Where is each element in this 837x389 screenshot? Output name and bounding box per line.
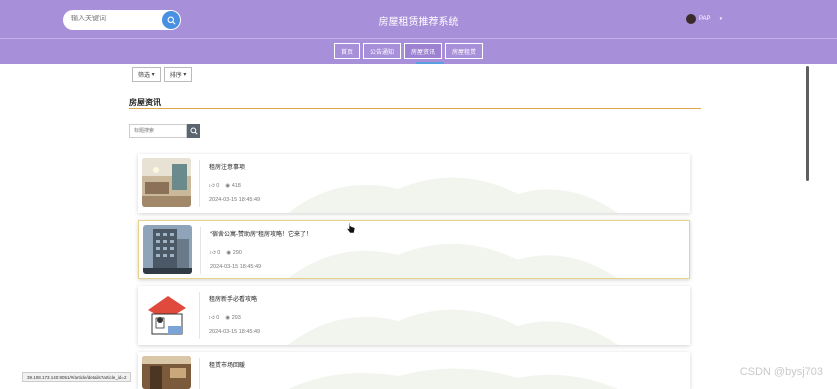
top-header: 房屋租赁推荐系统 PAP ▾ [0, 0, 837, 38]
article-search [129, 124, 200, 138]
article-date: 2024-03-15 18:45:49 [209, 329, 261, 335]
avatar [686, 14, 696, 24]
article-title: 租房注意事项 [209, 165, 246, 171]
article-search-input[interactable] [129, 124, 187, 138]
main-nav: 首页 公告通知 房屋资讯 房屋租赁 [334, 43, 484, 59]
nav-band: 首页 公告通知 房屋资讯 房屋租赁 [0, 38, 837, 64]
card-divider [199, 358, 200, 389]
pointer-cursor-icon [346, 222, 356, 234]
chevron-down-icon: ▾ [150, 72, 155, 78]
eye-icon: ◉ [225, 315, 231, 321]
thumbs-up-icon: 👍︎ [209, 315, 215, 321]
sort-label: 排序 [169, 73, 182, 79]
active-tab-indicator [416, 62, 444, 64]
article-thumbnail [142, 290, 191, 339]
like-count: 👍︎ 0 [209, 183, 220, 189]
article-thumbnail [143, 225, 192, 274]
article-card[interactable]: 租赁市场回暖 [138, 352, 690, 389]
article-card[interactable]: 租房新手必看攻略 👍︎ 0 ◉ 293 2024-03-15 18:45:49 [138, 286, 690, 345]
link-status-bar: 39.108.173.140:8051/#/article/details?ar… [22, 372, 132, 382]
article-thumbnail [142, 356, 191, 389]
article-title: “宿舍公寓-赞助房”租房攻略！它来了！ [210, 232, 312, 238]
article-card[interactable]: 租房注意事项 👍︎ 0 ◉ 418 2024-03-15 18:45:49 [138, 154, 690, 213]
article-stats: 👍︎ 0 ◉ 290 [210, 250, 242, 256]
nav-item-house-rental[interactable]: 房屋租赁 [445, 43, 484, 59]
view-count: ◉ 290 [226, 250, 242, 256]
user-menu[interactable]: PAP ▾ [686, 14, 722, 24]
nav-item-house-news[interactable]: 房屋资讯 [404, 43, 443, 59]
view-count: ◉ 293 [225, 315, 241, 321]
nav-item-home[interactable]: 首页 [334, 43, 361, 59]
filter-bar: 筛选 ▾ 排序 ▾ [132, 67, 193, 82]
section-divider [129, 108, 701, 109]
article-stats: 👍︎ 0 ◉ 418 [209, 183, 241, 189]
chevron-down-icon: ▾ [719, 16, 723, 22]
nav-item-notices[interactable]: 公告通知 [363, 43, 402, 59]
section-title: 房屋资讯 [129, 98, 161, 107]
article-date: 2024-03-15 18:45:49 [210, 264, 262, 270]
chevron-down-icon: ▾ [181, 72, 187, 78]
article-date: 2024-03-15 18:45:49 [209, 197, 261, 203]
user-name: PAP [699, 16, 711, 22]
page-scrollbar[interactable] [806, 66, 809, 181]
sort-dropdown[interactable]: 排序 ▾ [163, 67, 193, 82]
article-title: 租房新手必看攻略 [209, 297, 258, 303]
filter-dropdown[interactable]: 筛选 ▾ [132, 67, 161, 82]
article-card[interactable]: “宿舍公寓-赞助房”租房攻略！它来了！ 👍︎ 0 ◉ 290 2024-03-1… [138, 220, 690, 279]
like-count: 👍︎ 0 [209, 315, 220, 321]
filter-label: 筛选 [138, 73, 151, 79]
article-title: 租赁市场回暖 [209, 363, 246, 369]
thumbs-up-icon: 👍︎ [209, 183, 215, 189]
eye-icon: ◉ [226, 250, 232, 256]
watermark: CSDN @bysj703 [739, 366, 823, 378]
article-search-button[interactable] [187, 124, 200, 138]
search-icon [189, 127, 198, 135]
card-divider [199, 292, 200, 339]
like-count: 👍︎ 0 [210, 250, 221, 256]
view-count: ◉ 418 [225, 183, 241, 189]
article-thumbnail [142, 158, 191, 207]
card-divider [199, 160, 200, 207]
article-stats: 👍︎ 0 ◉ 293 [209, 315, 241, 321]
thumbs-up-icon: 👍︎ [210, 250, 216, 256]
card-background-pattern [288, 368, 618, 389]
eye-icon: ◉ [225, 183, 231, 189]
card-divider [200, 227, 201, 274]
